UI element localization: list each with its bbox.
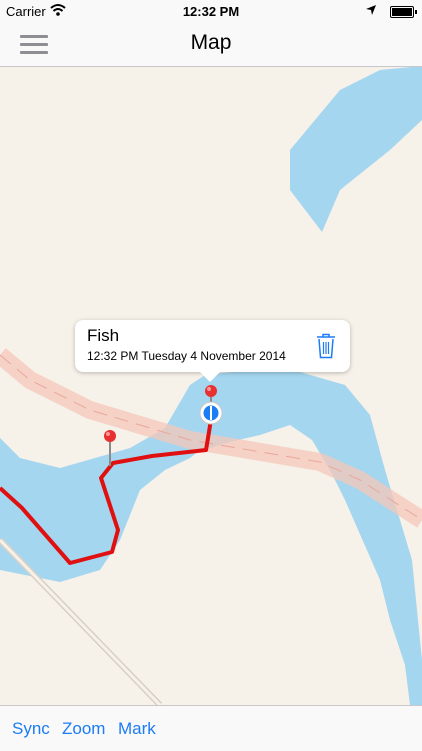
zoom-button[interactable]: Zoom <box>62 719 105 739</box>
bottom-toolbar: Sync Zoom Mark <box>0 705 422 751</box>
battery-icon <box>390 6 417 18</box>
map-view[interactable]: Fish 12:32 PM Tuesday 4 November 2014 <box>0 67 422 705</box>
trash-icon[interactable] <box>316 333 336 359</box>
status-time: 12:32 PM <box>182 4 240 19</box>
callout-title: Fish <box>87 326 120 345</box>
current-location-icon <box>199 401 223 425</box>
page-title: Map <box>190 31 232 54</box>
mark-button[interactable]: Mark <box>118 719 156 739</box>
map-canvas <box>0 67 422 705</box>
sync-button[interactable]: Sync <box>12 719 50 739</box>
callout-subtitle: 12:32 PM Tuesday 4 November 2014 <box>87 349 286 363</box>
status-bar: Carrier 12:32 PM <box>0 0 422 22</box>
annotation-callout[interactable]: Fish 12:32 PM Tuesday 4 November 2014 <box>75 320 350 382</box>
navigation-bar: Map <box>0 22 422 67</box>
location-arrow-icon <box>366 5 376 15</box>
